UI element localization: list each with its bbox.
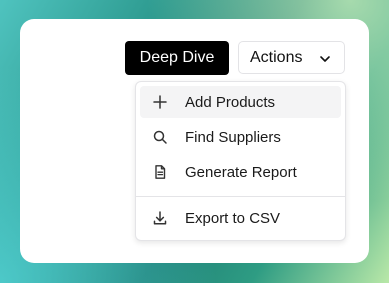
download-icon bbox=[153, 211, 167, 225]
menu-item-label: Find Suppliers bbox=[185, 128, 281, 146]
menu-item-generate-report[interactable]: Generate Report bbox=[140, 156, 341, 188]
menu-item-find-suppliers[interactable]: Find Suppliers bbox=[140, 121, 341, 153]
menu-item-add-products[interactable]: Add Products bbox=[140, 86, 341, 118]
actions-menu: Add Products Find Suppliers Generate Rep… bbox=[135, 81, 346, 241]
actions-dropdown-button[interactable]: Actions bbox=[238, 41, 345, 74]
menu-item-label: Generate Report bbox=[185, 163, 297, 181]
document-icon bbox=[155, 165, 166, 179]
chevron-down-icon bbox=[320, 56, 330, 62]
deep-dive-button[interactable]: Deep Dive bbox=[125, 41, 229, 75]
actions-label: Actions bbox=[250, 48, 303, 66]
card-panel: Deep Dive Actions Add Products Find Supp… bbox=[20, 19, 369, 263]
menu-item-label: Export to CSV bbox=[185, 209, 281, 227]
menu-item-export-csv[interactable]: Export to CSV bbox=[140, 202, 341, 234]
search-icon bbox=[153, 130, 167, 144]
menu-item-label: Add Products bbox=[185, 93, 276, 111]
plus-icon bbox=[153, 95, 167, 109]
menu-divider bbox=[136, 196, 345, 197]
